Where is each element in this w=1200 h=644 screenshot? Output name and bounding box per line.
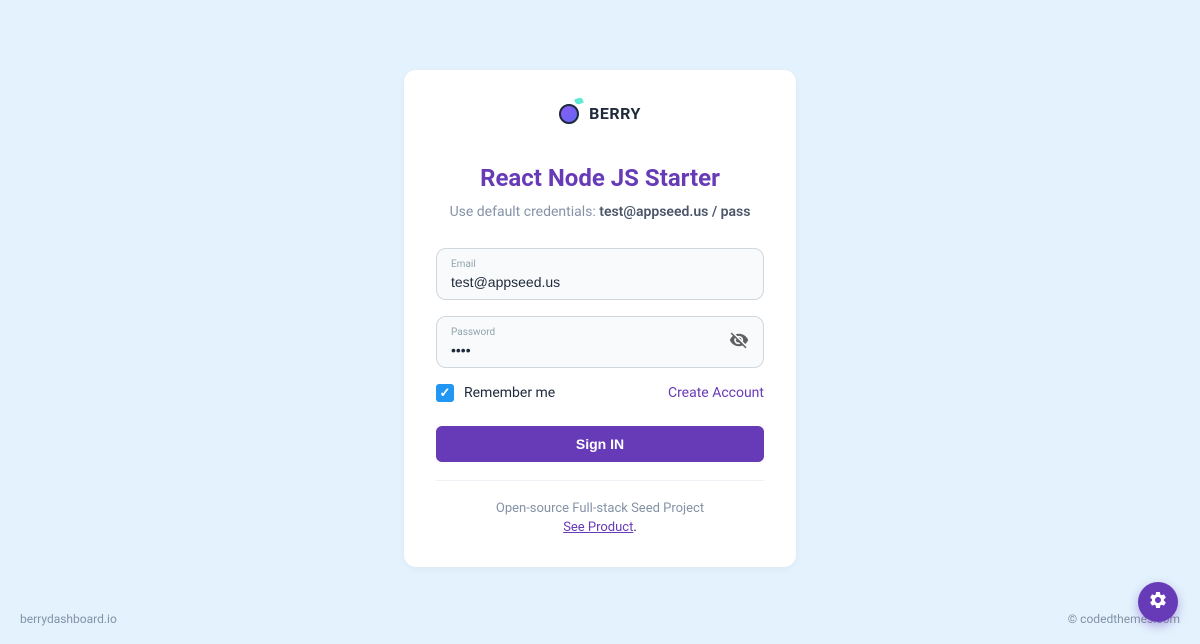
remember-checkbox[interactable]: ✓ Remember me xyxy=(436,384,555,402)
subtitle-credentials: test@appseed.us / pass xyxy=(599,204,750,220)
visibility-off-icon[interactable] xyxy=(729,330,749,354)
password-input-wrap[interactable]: Password xyxy=(436,316,764,368)
gear-icon xyxy=(1148,590,1168,614)
see-product-link[interactable]: See Product xyxy=(563,520,633,535)
signin-button[interactable]: Sign IN xyxy=(436,426,764,462)
email-label: Email xyxy=(451,259,749,270)
subtitle-prefix: Use default credentials: xyxy=(450,204,600,220)
footer-link-suffix: . xyxy=(633,520,636,535)
remember-label: Remember me xyxy=(464,385,555,401)
page-title: React Node JS Starter xyxy=(436,164,764,192)
password-label: Password xyxy=(451,327,749,338)
footer-left: berrydashboard.io xyxy=(20,612,117,626)
logo-text: BERRY xyxy=(589,104,641,123)
email-field[interactable] xyxy=(451,274,749,290)
login-card: BERRY React Node JS Starter Use default … xyxy=(404,70,796,567)
settings-fab[interactable] xyxy=(1138,582,1178,622)
divider xyxy=(436,480,764,481)
email-input-wrap[interactable]: Email xyxy=(436,248,764,300)
footer-link-wrap: See Product. xyxy=(436,520,764,535)
subtitle: Use default credentials: test@appseed.us… xyxy=(436,204,764,220)
logo: BERRY xyxy=(436,102,764,124)
footer-text: Open-source Full-stack Seed Project xyxy=(436,501,764,516)
options-row: ✓ Remember me Create Account xyxy=(436,384,764,402)
berry-logo-icon xyxy=(559,102,581,124)
checkbox-icon: ✓ xyxy=(436,384,454,402)
password-field[interactable] xyxy=(451,342,749,358)
create-account-link[interactable]: Create Account xyxy=(668,385,764,401)
